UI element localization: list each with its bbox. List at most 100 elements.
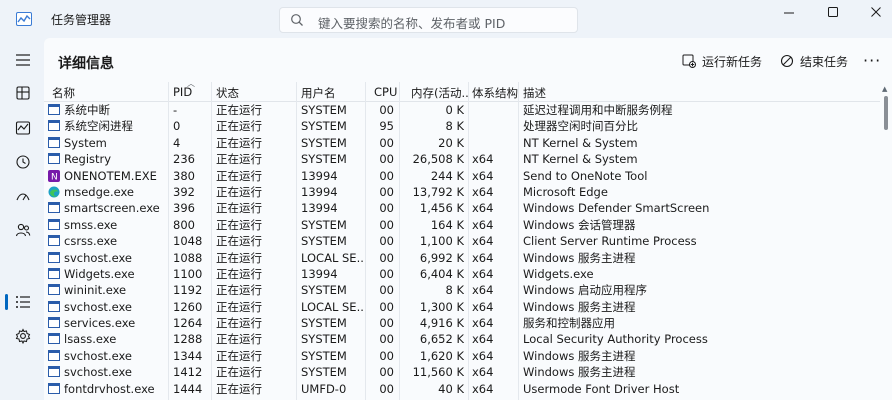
process-icon bbox=[48, 153, 60, 165]
cell-memory: 164 K bbox=[430, 217, 464, 232]
column-header-status[interactable]: 状态 bbox=[216, 85, 239, 102]
table-row[interactable]: svchost.exe 1412 正在运行 SYSTEM 00 11,560 K x64 Wi… bbox=[44, 364, 880, 380]
cell-user: SYSTEM bbox=[301, 234, 347, 249]
table-row[interactable]: svchost.exe 1260 正在运行 LOCAL SE... 00 1,300 K x… bbox=[44, 299, 880, 315]
cell-status: 正在运行 bbox=[216, 217, 262, 232]
cell-user: SYSTEM bbox=[301, 283, 347, 298]
cell-description: Windows 服务主进程 bbox=[523, 299, 636, 314]
cell-cpu: 00 bbox=[379, 135, 394, 150]
table-row[interactable]: csrss.exe 1048 正在运行 SYSTEM 00 1,100 K x64 Clien… bbox=[44, 233, 880, 249]
process-icon bbox=[48, 202, 60, 214]
cell-description: NT Kernel & System bbox=[523, 152, 638, 167]
cell-status: 正在运行 bbox=[216, 299, 262, 314]
cell-arch: x64 bbox=[472, 217, 494, 232]
table-row[interactable]: fontdrvhost.exe 1444 正在运行 UMFD-0 00 40 K x64 Us… bbox=[44, 381, 880, 397]
cell-user: SYSTEM bbox=[301, 135, 347, 150]
column-header-user[interactable]: 用户名 bbox=[301, 85, 336, 102]
table-row[interactable]: lsass.exe 1288 正在运行 SYSTEM 00 6,652 K x64 Local… bbox=[44, 331, 880, 347]
column-header-memory[interactable]: 内存(活动... bbox=[411, 85, 469, 102]
process-icon bbox=[48, 284, 60, 296]
cell-name: services.exe bbox=[64, 316, 136, 331]
close-button[interactable] bbox=[864, 6, 888, 22]
nav-performance[interactable] bbox=[8, 114, 38, 142]
cell-memory: 6,652 K bbox=[419, 332, 464, 347]
table-row[interactable]: services.exe 1264 正在运行 SYSTEM 00 4,916 K x64 服务… bbox=[44, 315, 880, 331]
cell-pid: 380 bbox=[173, 168, 195, 183]
cell-arch: x64 bbox=[472, 316, 494, 331]
cell-name: 系统中断 bbox=[64, 103, 110, 117]
cell-status: 正在运行 bbox=[216, 103, 262, 117]
cell-cpu: 00 bbox=[379, 168, 394, 183]
hamburger-menu-button[interactable] bbox=[8, 46, 38, 74]
cell-name: Widgets.exe bbox=[64, 266, 135, 281]
minimize-button[interactable] bbox=[777, 6, 801, 22]
cell-description: Local Security Authority Process bbox=[523, 332, 708, 347]
table-row[interactable]: svchost.exe 1088 正在运行 LOCAL SE... 00 6,992 K x… bbox=[44, 250, 880, 266]
nav-processes[interactable] bbox=[8, 79, 38, 107]
cell-status: 正在运行 bbox=[216, 184, 262, 199]
table-row[interactable]: wininit.exe 1192 正在运行 SYSTEM 00 8 K x64 Windows… bbox=[44, 282, 880, 298]
search-box[interactable]: 键入要搜索的名称、发布者或 PID bbox=[279, 7, 578, 33]
cell-arch: x64 bbox=[472, 266, 494, 281]
cell-user: SYSTEM bbox=[301, 348, 347, 363]
table-row[interactable]: 系统中断 - 正在运行 SYSTEM 00 0 K 延迟过程调用和中断服务例程 bbox=[44, 102, 880, 118]
cell-description: Widgets.exe bbox=[523, 266, 594, 281]
cell-pid: 236 bbox=[173, 152, 195, 167]
run-new-task-label: 运行新任务 bbox=[702, 54, 763, 69]
scroll-up-arrow[interactable]: ▲ bbox=[882, 85, 887, 93]
table-row[interactable]: System 4 正在运行 SYSTEM 00 20 K NT Kernel & Syste… bbox=[44, 135, 880, 151]
cell-cpu: 95 bbox=[379, 119, 394, 134]
cell-pid: 800 bbox=[173, 217, 195, 232]
table-row[interactable]: svchost.exe 1344 正在运行 SYSTEM 00 1,620 K x64 Win… bbox=[44, 348, 880, 364]
cell-pid: 1048 bbox=[173, 234, 203, 249]
nav-startup-apps[interactable] bbox=[8, 183, 38, 211]
more-options-button[interactable]: ··· bbox=[863, 51, 881, 70]
cell-name: fontdrvhost.exe bbox=[64, 381, 155, 396]
table-row[interactable]: Widgets.exe 1100 正在运行 13994 00 6,404 K x64 Widg… bbox=[44, 266, 880, 282]
cell-pid: 1088 bbox=[173, 250, 203, 265]
column-header-cpu[interactable]: CPU bbox=[374, 85, 397, 102]
end-task-button[interactable]: 结束任务 bbox=[780, 51, 848, 71]
users-icon bbox=[15, 223, 31, 237]
nav-app-history[interactable] bbox=[8, 148, 38, 176]
cell-user: SYSTEM bbox=[301, 332, 347, 347]
search-placeholder[interactable]: 键入要搜索的名称、发布者或 PID bbox=[318, 13, 505, 32]
cell-user: UMFD-0 bbox=[301, 381, 347, 396]
table-row[interactable]: smss.exe 800 正在运行 SYSTEM 00 164 K x64 Windows 会… bbox=[44, 217, 880, 233]
cell-memory: 40 K bbox=[438, 381, 464, 396]
process-icon bbox=[48, 251, 60, 263]
process-icon bbox=[48, 333, 60, 345]
cell-memory: 4,916 K bbox=[419, 316, 464, 331]
cell-description: Windows 服务主进程 bbox=[523, 365, 636, 380]
column-header-description[interactable]: 描述 bbox=[523, 85, 546, 102]
nav-users[interactable] bbox=[8, 216, 38, 244]
vertical-scrollbar[interactable] bbox=[884, 96, 888, 130]
details-panel: 详细信息 运行新任务 结束任务 ··· 名称 PID ︿ 状态 用户名 CPU … bbox=[44, 38, 892, 400]
search-icon bbox=[290, 13, 304, 27]
cell-pid: 1344 bbox=[173, 348, 203, 363]
table-row[interactable]: Registry 236 正在运行 SYSTEM 00 26,508 K x64 NT Ker… bbox=[44, 151, 880, 167]
maximize-button[interactable] bbox=[821, 6, 845, 22]
process-icon bbox=[48, 235, 60, 247]
table-row[interactable]: 系统空闲进程 0 正在运行 SYSTEM 95 8 K 处理器空闲时间百分比 bbox=[44, 118, 880, 134]
cell-memory: 8 K bbox=[445, 283, 464, 298]
column-header-arch[interactable]: 体系结构 bbox=[472, 85, 518, 102]
run-new-task-button[interactable]: 运行新任务 bbox=[682, 51, 762, 71]
cell-name: lsass.exe bbox=[64, 332, 117, 347]
cell-arch: x64 bbox=[472, 299, 494, 314]
process-icon bbox=[48, 218, 60, 230]
run-new-task-icon bbox=[682, 54, 696, 68]
column-header-name[interactable]: 名称 bbox=[52, 85, 75, 102]
table-row[interactable]: smartscreen.exe 396 正在运行 13994 00 1,456 K x64 W… bbox=[44, 200, 880, 216]
cell-cpu: 00 bbox=[379, 152, 394, 167]
cell-status: 正在运行 bbox=[216, 119, 262, 134]
cell-description: Windows Defender SmartScreen bbox=[523, 201, 710, 216]
table-row[interactable]: msedge.exe 392 正在运行 13994 00 13,792 K x64 Micro… bbox=[44, 184, 880, 200]
nav-details[interactable] bbox=[8, 288, 38, 316]
cell-name: svchost.exe bbox=[64, 250, 133, 265]
cell-description: Send to OneNote Tool bbox=[523, 168, 648, 183]
table-row[interactable]: N ONENOTEM.EXE 380 正在运行 13994 00 244 K x64 Send … bbox=[44, 168, 880, 184]
nav-services[interactable] bbox=[8, 322, 38, 350]
cell-user: 13994 bbox=[301, 184, 338, 199]
cell-memory: 1,456 K bbox=[419, 201, 464, 216]
